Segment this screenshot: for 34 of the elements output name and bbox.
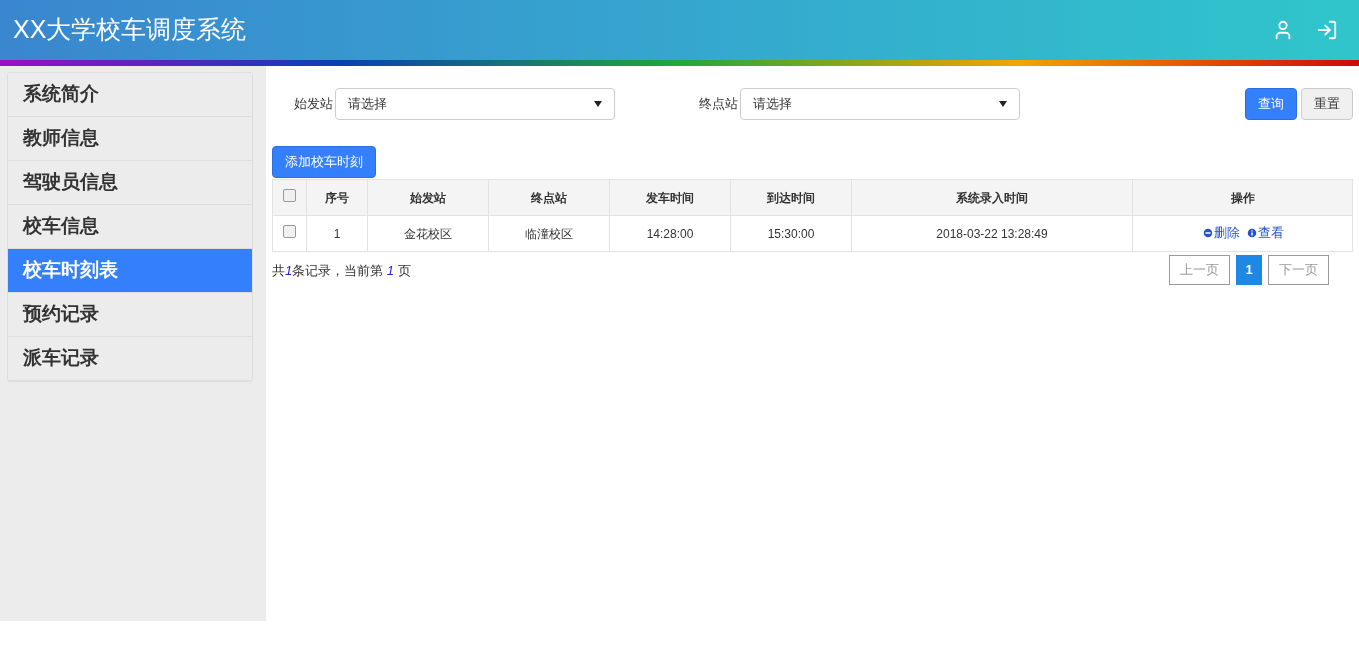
- filter-label: 始发站: [294, 95, 333, 114]
- table-header-cell: 发车时间: [609, 179, 731, 216]
- table-header-cell: 始发站: [367, 179, 489, 216]
- table-header-cell: 到达时间: [730, 179, 852, 216]
- table-cell: 15:30:00: [730, 215, 852, 252]
- table-header-cell: 序号: [306, 179, 368, 216]
- table-cell: 14:28:00: [609, 215, 731, 252]
- checkbox[interactable]: [283, 224, 296, 238]
- dropdown-caret-icon: [999, 101, 1007, 107]
- table-cell: 临潼校区: [488, 215, 610, 252]
- sidebar-item[interactable]: 系统简介: [8, 73, 252, 117]
- station-select[interactable]: 请选择: [335, 88, 615, 120]
- table-cell: 金花校区: [367, 215, 489, 252]
- add-schedule-button[interactable]: 添加校车时刻: [272, 146, 376, 178]
- app-title: XX大学校车调度系统: [13, 14, 247, 46]
- sidebar-item[interactable]: 校车时刻表: [8, 249, 252, 293]
- record-summary: 共1条记录，当前第 1 页: [272, 262, 411, 280]
- action-link[interactable]: 查看: [1245, 223, 1284, 243]
- checkbox[interactable]: [283, 188, 296, 202]
- dropdown-caret-icon: [594, 101, 602, 107]
- info-icon: [1245, 226, 1258, 239]
- action-link[interactable]: 删除: [1201, 223, 1240, 243]
- table-header-cell: 操作: [1132, 179, 1353, 216]
- table-header-cell: 系统录入时间: [851, 179, 1133, 216]
- reset-button[interactable]: 重置: [1301, 88, 1353, 120]
- table-cell: 1: [306, 215, 368, 252]
- page-number-button[interactable]: 1: [1236, 255, 1262, 285]
- filter-label: 终点站: [699, 95, 738, 114]
- minus-circle-icon: [1201, 226, 1214, 239]
- table-header-cell: 终点站: [488, 179, 610, 216]
- station-select[interactable]: 请选择: [740, 88, 1020, 120]
- logout-icon[interactable]: [1316, 19, 1338, 41]
- table-cell: 2018-03-22 13:28:49: [851, 215, 1133, 252]
- query-button[interactable]: 查询: [1245, 88, 1297, 120]
